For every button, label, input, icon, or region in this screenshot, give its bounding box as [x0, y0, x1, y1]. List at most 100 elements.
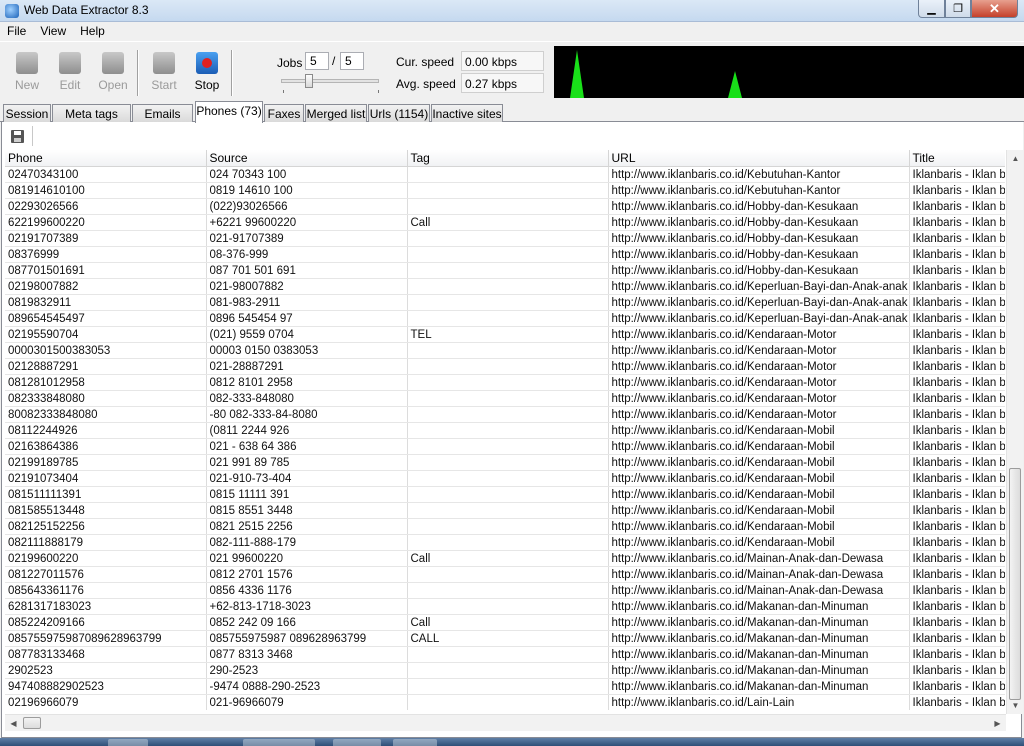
- column-header-phone[interactable]: Phone: [5, 150, 207, 167]
- table-row[interactable]: 085755975987089628963799 085755975987 089…: [5, 630, 1005, 647]
- jobs-slider-track[interactable]: [281, 79, 379, 83]
- table-row[interactable]: 02163864386 021 - 638 64 386 http://www.ik…: [5, 438, 1005, 455]
- table-row[interactable]: 80082333848080 -80 082-333-84-8080 http://…: [5, 406, 1005, 423]
- vertical-scroll-thumb[interactable]: [1009, 468, 1021, 700]
- vertical-scrollbar[interactable]: ▲ ▼: [1006, 150, 1023, 714]
- cell-url: http://www.iklanbaris.co.id/Kendaraan-Mo…: [608, 406, 910, 423]
- cell-tag: [407, 342, 609, 359]
- table-row[interactable]: 087783133468 0877 8313 3468 http://www.ikl…: [5, 646, 1005, 663]
- start-button[interactable]: Start: [146, 52, 182, 98]
- cell-source: 081-983-2911: [206, 294, 408, 311]
- close-icon: ✕: [989, 0, 1000, 16]
- tab-faxes[interactable]: Faxes: [264, 104, 304, 122]
- table-row[interactable]: 6281317183023 +62-813-1718-3023 http://www…: [5, 598, 1005, 615]
- tab-phones[interactable]: Phones (73): [195, 101, 263, 123]
- cell-tag: [407, 470, 609, 487]
- cell-phone: 087701501691: [5, 262, 207, 279]
- horizontal-scroll-thumb[interactable]: [23, 717, 41, 729]
- menu-file[interactable]: File: [0, 22, 33, 41]
- table-row[interactable]: 081227011576 0812 2701 1576 http://www.ikl…: [5, 566, 1005, 583]
- jobs-slider-thumb[interactable]: [305, 74, 313, 88]
- cell-title: Iklanbaris - Iklan ba: [909, 630, 1005, 647]
- table-row[interactable]: 947408882902523 -9474 0888-290-2523 http:/…: [5, 678, 1005, 695]
- table-row[interactable]: 02198007882 021-98007882 http://www.iklanb…: [5, 278, 1005, 295]
- new-button[interactable]: New: [9, 52, 45, 98]
- window-titlebar[interactable]: Web Data Extractor 8.3 ▁ ❐ ✕: [0, 0, 1024, 22]
- table-row[interactable]: 02293026566 (022)93026566 http://www.iklan…: [5, 198, 1005, 215]
- cell-url: http://www.iklanbaris.co.id/Kendaraan-Mo…: [608, 326, 910, 343]
- scroll-left-icon[interactable]: ◀: [5, 715, 22, 732]
- table-row[interactable]: 087701501691 087 701 501 691 http://www.ik…: [5, 262, 1005, 279]
- table-row[interactable]: 02191707389 021-91707389 http://www.iklanb…: [5, 230, 1005, 247]
- new-button-label: New: [14, 78, 39, 92]
- table-row[interactable]: 081585513448 0815 8551 3448 http://www.ikl…: [5, 502, 1005, 519]
- minimize-button[interactable]: ▁: [918, 0, 945, 18]
- column-header-tag[interactable]: Tag: [407, 150, 609, 167]
- table-row[interactable]: 081281012958 0812 8101 2958 http://www.ikl…: [5, 374, 1005, 391]
- tab-inactive-sites[interactable]: Inactive sites: [431, 104, 503, 122]
- table-row[interactable]: 089654545497 0896 545454 97 http://www.ikl…: [5, 310, 1005, 327]
- column-header-source[interactable]: Source: [206, 150, 408, 167]
- table-row[interactable]: 081511111391 0815 11111 391 http://www.ikl…: [5, 486, 1005, 503]
- column-header-title[interactable]: Title: [909, 150, 1005, 167]
- tab-merged-list[interactable]: Merged list: [305, 104, 367, 122]
- jobs-max-field[interactable]: 5: [340, 52, 364, 70]
- table-row[interactable]: 02128887291 021-28887291 http://www.iklanb…: [5, 358, 1005, 375]
- taskbar-button[interactable]: [243, 739, 315, 746]
- table-row[interactable]: 082111888179 082-111-888-179 http://www.ik…: [5, 534, 1005, 551]
- scroll-up-icon[interactable]: ▲: [1007, 150, 1024, 167]
- table-row[interactable]: 02470343100 024 70343 100 http://www.iklan…: [5, 166, 1005, 183]
- cell-source: 0877 8313 3468: [206, 646, 408, 663]
- cell-title: Iklanbaris - Iklan ba: [909, 598, 1005, 615]
- open-button[interactable]: Open: [95, 52, 131, 98]
- scroll-down-icon[interactable]: ▼: [1007, 697, 1024, 714]
- cell-tag: [407, 438, 609, 455]
- save-icon[interactable]: [11, 130, 24, 143]
- maximize-button[interactable]: ❐: [945, 0, 971, 18]
- table-row[interactable]: 08376999 08-376-999 http://www.iklanbaris.…: [5, 246, 1005, 263]
- cell-url: http://www.iklanbaris.co.id/Kendaraan-Mo…: [608, 390, 910, 407]
- table-row[interactable]: 0819832911 081-983-2911 http://www.iklanba…: [5, 294, 1005, 311]
- edit-button[interactable]: Edit: [52, 52, 88, 98]
- cell-phone: 082125152256: [5, 518, 207, 535]
- table-row[interactable]: 082125152256 0821 2515 2256 http://www.ikl…: [5, 518, 1005, 535]
- table-row[interactable]: 085224209166 0852 242 09 166 Call http://ww…: [5, 614, 1005, 631]
- table-row[interactable]: 02199600220 021 99600220 Call http://www.ik…: [5, 550, 1005, 567]
- cell-title: Iklanbaris - Iklan ba: [909, 310, 1005, 327]
- cell-url: http://www.iklanbaris.co.id/Kendaraan-Mo…: [608, 342, 910, 359]
- tab-session[interactable]: Session: [3, 104, 51, 122]
- tab-urls[interactable]: Urls (1154): [368, 104, 430, 122]
- cell-tag: [407, 278, 609, 295]
- tab-emails[interactable]: Emails (30): [132, 104, 193, 135]
- menu-view[interactable]: View: [33, 22, 73, 41]
- close-button[interactable]: ✕: [971, 0, 1018, 18]
- jobs-running-field[interactable]: 5: [305, 52, 329, 70]
- stop-button[interactable]: Stop: [189, 52, 225, 98]
- table-row[interactable]: 622199600220 +6221 99600220 Call http://www…: [5, 214, 1005, 231]
- taskbar-button[interactable]: [393, 739, 437, 746]
- horizontal-scrollbar[interactable]: ◀ ▶: [5, 714, 1006, 731]
- subtoolbar-separator: [32, 126, 33, 146]
- table-row[interactable]: 02195590704 (021) 9559 0704 TEL http://www.…: [5, 326, 1005, 343]
- table-row[interactable]: 081914610100 0819 14610 100 http://www.ikl…: [5, 182, 1005, 199]
- tab-meta-tags[interactable]: Meta tags (46): [52, 104, 131, 135]
- cell-url: http://www.iklanbaris.co.id/Mainan-Anak-…: [608, 566, 910, 583]
- table-row[interactable]: 2902523 290-2523 http://www.iklanbaris.co.…: [5, 662, 1005, 679]
- cell-tag: [407, 486, 609, 503]
- table-row[interactable]: 02191073404 021-910-73-404 http://www.ikla…: [5, 470, 1005, 487]
- table-row[interactable]: 02199189785 021 991 89 785 http://www.ikla…: [5, 454, 1005, 471]
- cell-tag: [407, 598, 609, 615]
- table-row[interactable]: 085643361176 0856 4336 1176 http://www.ikl…: [5, 582, 1005, 599]
- scroll-right-icon[interactable]: ▶: [989, 715, 1006, 732]
- cell-phone: 80082333848080: [5, 406, 207, 423]
- open-button-label: Open: [98, 78, 128, 92]
- taskbar-button[interactable]: [108, 739, 148, 746]
- table-row[interactable]: 08112244926 (0811 2244 926 http://www.ikla…: [5, 422, 1005, 439]
- column-header-url[interactable]: URL: [608, 150, 910, 167]
- table-row[interactable]: 082333848080 082-333-848080 http://www.ikl…: [5, 390, 1005, 407]
- menu-help[interactable]: Help: [73, 22, 112, 41]
- cell-url: http://www.iklanbaris.co.id/Hobby-dan-Ke…: [608, 230, 910, 247]
- table-row[interactable]: 02196966079 021-96966079 http://www.iklanb…: [5, 694, 1005, 710]
- taskbar-button[interactable]: [333, 739, 381, 746]
- table-row[interactable]: 0000301500383053 00003 0150 0383053 http:/…: [5, 342, 1005, 359]
